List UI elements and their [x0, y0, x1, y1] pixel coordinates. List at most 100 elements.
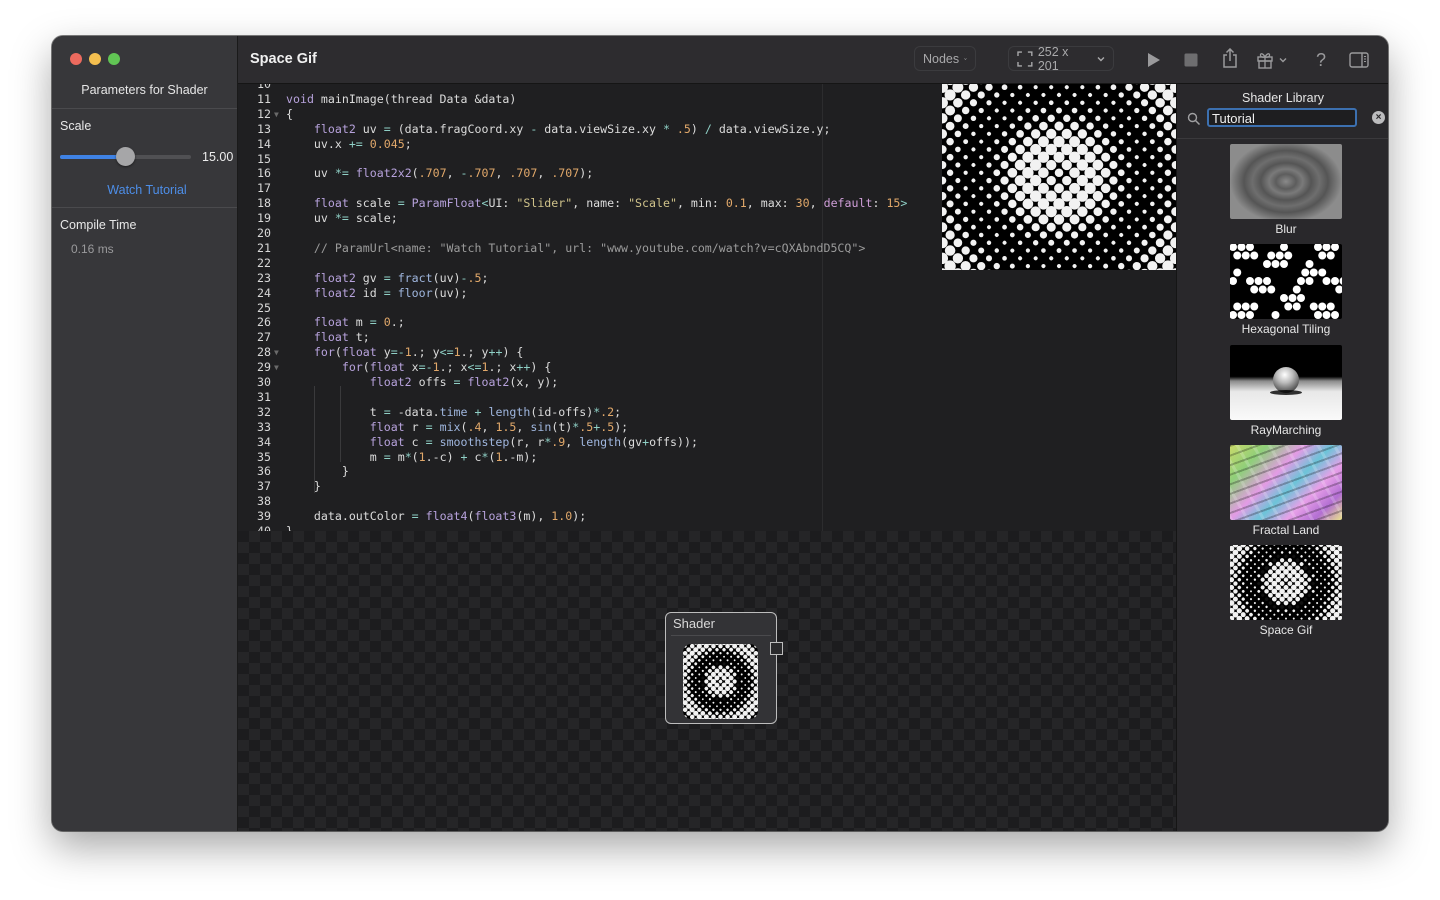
library-item-fractal-land[interactable]: Fractal Land [1230, 445, 1342, 537]
line-number: 33 [257, 419, 271, 434]
mode-dropdown[interactable]: Nodes [914, 46, 976, 71]
stop-button[interactable] [1180, 49, 1202, 71]
fold-chevron-icon[interactable]: ▼ [274, 360, 279, 375]
code-line[interactable]: 24 float2 id = floor(uv); [238, 286, 1176, 301]
share-icon [1223, 48, 1237, 68]
play-button[interactable] [1143, 49, 1165, 71]
line-number: 11 [257, 91, 271, 106]
help-button[interactable]: ? [1310, 49, 1332, 71]
line-number: 27 [257, 330, 271, 345]
hex-dot [1331, 311, 1339, 319]
code-line[interactable]: 31 [238, 390, 1176, 405]
code-line[interactable]: 36 } [238, 464, 1176, 479]
hex-dot [1237, 244, 1246, 251]
gift-menu-button[interactable] [1256, 49, 1294, 71]
scale-slider[interactable] [60, 147, 191, 166]
line-number: 24 [257, 285, 271, 300]
code-line[interactable]: 40} [238, 524, 1176, 531]
line-number: 40 [257, 524, 271, 531]
library-thumbnail [1230, 244, 1342, 319]
line-number: 30 [257, 375, 271, 389]
line-number: 32 [257, 404, 271, 419]
code-line[interactable]: 30 float2 offs = float2(x, y); [238, 375, 1176, 390]
hex-dot [1230, 277, 1237, 285]
gift-icon [1257, 53, 1273, 69]
hex-dot [1233, 251, 1242, 260]
library-thumbnail [1230, 345, 1342, 420]
fold-chevron-icon[interactable]: ▼ [274, 345, 279, 360]
line-number: 20 [257, 226, 271, 240]
code-text: data.outColor = float4(float3(m), 1.0); [286, 509, 587, 524]
slider-thumb[interactable] [116, 147, 136, 166]
code-line[interactable]: 23 float2 gv = fract(uv)-.5; [238, 271, 1176, 286]
close-window-button[interactable] [70, 53, 82, 65]
hex-dot [1263, 277, 1271, 285]
shader-node[interactable]: Shader [665, 612, 783, 724]
hex-dot [1280, 294, 1288, 302]
node-output-port[interactable] [770, 642, 783, 655]
zoom-window-button[interactable] [108, 53, 120, 65]
code-line[interactable]: 27 float t; [238, 330, 1176, 345]
code-line[interactable]: 28 ▼ for(float y=-1.; y<=1.; y++) { [238, 345, 1176, 360]
compile-time-label: Compile Time [60, 218, 137, 232]
code-line[interactable]: 35 m = m*(1.-c) + c*(1.-m); [238, 450, 1176, 465]
code-text: float c = smoothstep(r, r*.9, length(gv+… [369, 434, 698, 449]
code-line[interactable]: 39 data.outColor = float4(float3(m), 1.0… [238, 509, 1176, 524]
line-number: 36 [257, 464, 271, 479]
code-text: } [286, 479, 321, 494]
hex-dot [1318, 251, 1327, 260]
node-canvas[interactable]: Shader [238, 531, 1176, 831]
divider [52, 108, 237, 109]
window-title: Space Gif [250, 51, 317, 67]
hex-dot [1280, 244, 1288, 251]
sidebar-toggle-icon [1349, 52, 1369, 68]
hex-dot [1322, 277, 1331, 285]
hex-dot [1250, 302, 1259, 311]
hex-dot [1297, 294, 1305, 302]
library-search-field[interactable] [1207, 108, 1357, 127]
code-line[interactable]: 32 t = -data.time + length(id-offs)*.2; [238, 405, 1176, 420]
divider [52, 207, 237, 208]
code-line[interactable]: 38 [238, 494, 1176, 509]
library-item-space-gif[interactable]: Space Gif [1230, 545, 1342, 637]
library-search-input[interactable] [1209, 111, 1355, 126]
hex-dot [1297, 277, 1305, 285]
minimize-window-button[interactable] [89, 53, 101, 65]
hex-dot [1271, 311, 1280, 319]
code-text: t = -data.time + length(id-offs)*.2; [286, 404, 622, 419]
fold-chevron-icon[interactable]: ▼ [274, 107, 279, 122]
toggle-library-button[interactable] [1348, 49, 1370, 71]
share-button[interactable] [1219, 47, 1241, 69]
code-line[interactable]: 33 float r = mix(.4, 1.5, sin(t)*.5+.5); [238, 420, 1176, 435]
code-line[interactable]: 26 float m = 0.; [238, 315, 1176, 330]
watch-tutorial-link[interactable]: Watch Tutorial [52, 183, 242, 197]
hex-dot [1258, 285, 1267, 294]
chevron-down-icon [1279, 58, 1287, 63]
line-number: 37 [257, 479, 271, 494]
line-number: 22 [257, 255, 271, 270]
pattern-dot [1341, 619, 1342, 620]
size-dropdown[interactable]: 252 x 201 [1008, 45, 1114, 73]
code-line[interactable]: 34 float c = smoothstep(r, r*.9, length(… [238, 435, 1176, 450]
hex-dot [1284, 251, 1293, 260]
hex-dot [1305, 277, 1314, 285]
library-item-blur[interactable]: Blur [1230, 144, 1342, 236]
hex-dot [1331, 244, 1339, 251]
hex-dot [1275, 251, 1284, 260]
code-line[interactable]: 29 ▼ for(float x=-1.; x<=1.; x++) { [238, 360, 1176, 375]
library-item-hexagonal-tiling[interactable]: Hexagonal Tiling [1230, 244, 1342, 336]
library-item-name: Hexagonal Tiling [1241, 322, 1331, 336]
code-line[interactable]: 37 } [238, 479, 1176, 494]
hex-dot [1250, 285, 1259, 294]
stop-icon [1184, 53, 1198, 67]
library-item-name: Blur [1275, 222, 1297, 236]
clear-search-button[interactable]: × [1372, 111, 1385, 124]
code-text: } [286, 524, 293, 531]
library-item-raymarching[interactable]: RayMarching [1230, 345, 1342, 437]
divider [1177, 138, 1388, 139]
library-thumbnail [1230, 144, 1342, 219]
library-item-name: Fractal Land [1252, 523, 1320, 537]
help-icon: ? [1315, 49, 1326, 70]
hex-dot [1318, 268, 1327, 277]
code-line[interactable]: 25 [238, 301, 1176, 316]
